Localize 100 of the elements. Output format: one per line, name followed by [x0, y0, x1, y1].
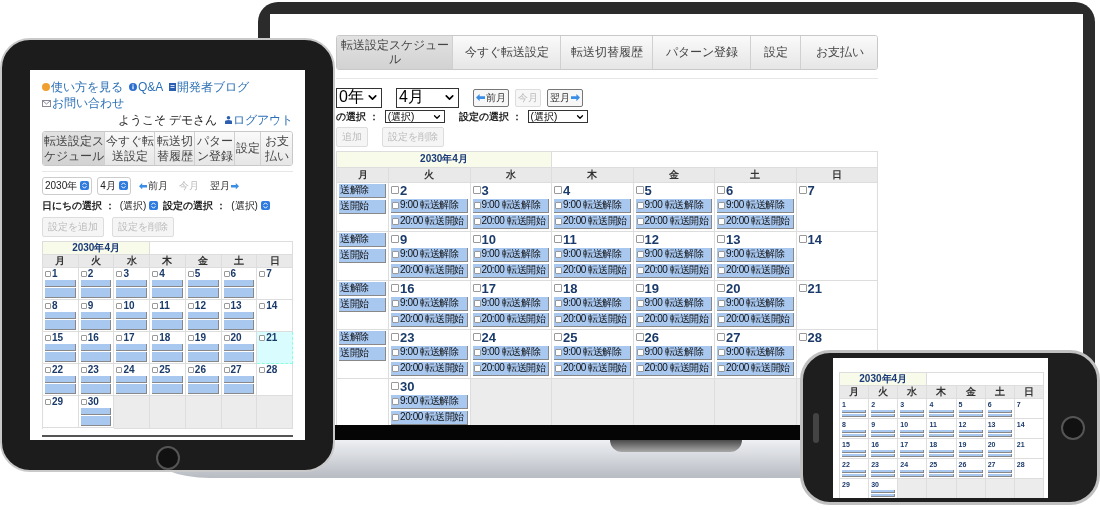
event-entry[interactable]: 9:00 転送解除 [472, 198, 549, 213]
event-checkbox[interactable] [636, 299, 644, 307]
event-entry[interactable]: 9:00 転送解除 [554, 247, 631, 262]
event-checkbox[interactable] [392, 397, 399, 405]
event-checkbox[interactable] [636, 348, 644, 356]
event-checkbox[interactable] [718, 217, 725, 225]
month-select[interactable]: 4月 [395, 87, 459, 108]
event-entry[interactable]: 送解除 [339, 232, 386, 247]
day-checkbox[interactable] [80, 398, 87, 405]
event-entry[interactable]: 20:00 転送開始 [472, 361, 549, 376]
day-checkbox[interactable] [80, 366, 87, 373]
day-checkbox[interactable] [152, 334, 159, 341]
event-entry[interactable]: 9:00 転送解除 [391, 198, 468, 213]
year-select[interactable]: 0年 [336, 87, 382, 108]
event-entry[interactable]: 20:00 転送開始 [391, 214, 468, 229]
day-checkbox[interactable] [391, 382, 399, 391]
event-checkbox[interactable] [473, 201, 481, 209]
day-checkbox[interactable] [223, 302, 230, 309]
day-checkbox[interactable] [472, 333, 481, 342]
day-checkbox[interactable] [223, 366, 230, 373]
header-link[interactable]: 使い方を見る [42, 80, 123, 95]
event-checkbox[interactable] [718, 250, 725, 258]
event-entry[interactable]: 9:00 転送解除 [391, 247, 468, 262]
nav-tab[interactable]: 転送設定スケジュール [337, 36, 453, 69]
day-checkbox[interactable] [187, 302, 194, 309]
day-checkbox[interactable] [116, 366, 123, 373]
event-checkbox[interactable] [473, 364, 481, 372]
day-checkbox[interactable] [635, 284, 644, 293]
month-nav-button[interactable]: 翌月 [546, 88, 583, 107]
event-entry[interactable]: 20:00 転送開始 [635, 312, 712, 327]
day-checkbox[interactable] [472, 284, 481, 293]
day-checkbox[interactable] [717, 333, 725, 342]
day-checkbox[interactable] [798, 284, 807, 293]
day-checkbox[interactable] [45, 334, 51, 341]
event-entry[interactable]: 9:00 転送解除 [717, 296, 794, 311]
event-entry[interactable]: 9:00 転送解除 [554, 345, 631, 360]
event-checkbox[interactable] [392, 364, 399, 372]
event-checkbox[interactable] [636, 250, 644, 258]
nav-tab[interactable]: 今すぐ転送設定 [453, 36, 561, 69]
event-checkbox[interactable] [555, 348, 562, 356]
event-entry[interactable]: 送開始 [339, 199, 386, 214]
nav-tab[interactable]: 設定 [235, 132, 261, 165]
day-checkbox[interactable] [152, 366, 159, 373]
day-checkbox[interactable] [554, 235, 562, 244]
nav-tab[interactable]: 今すぐ転送設定 [105, 132, 155, 165]
event-entry[interactable]: 20:00 転送開始 [391, 410, 468, 425]
logout-link[interactable]: ログアウト [225, 112, 293, 128]
month-nav-button[interactable]: 翌月 [206, 176, 242, 195]
event-checkbox[interactable] [636, 364, 644, 372]
event-checkbox[interactable] [392, 315, 399, 323]
nav-tab[interactable]: 転送切替履歴 [155, 132, 195, 165]
event-entry[interactable]: 9:00 転送解除 [391, 296, 468, 311]
day-checkbox[interactable] [635, 333, 644, 342]
filter-select[interactable]: (選択) [117, 197, 161, 214]
month-nav-button[interactable]: 前月 [472, 88, 509, 107]
event-entry[interactable]: 送開始 [339, 248, 386, 263]
event-entry[interactable]: 9:00 転送解除 [635, 198, 712, 213]
event-entry[interactable]: 9:00 転送解除 [472, 345, 549, 360]
event-checkbox[interactable] [636, 266, 644, 274]
event-entry[interactable]: 20:00 転送開始 [472, 312, 549, 327]
day-checkbox[interactable] [80, 334, 87, 341]
event-checkbox[interactable] [392, 413, 399, 421]
event-checkbox[interactable] [473, 299, 481, 307]
event-checkbox[interactable] [555, 201, 562, 209]
nav-tab[interactable]: お支払い [261, 132, 292, 165]
event-checkbox[interactable] [392, 201, 399, 209]
event-entry[interactable]: 9:00 転送解除 [472, 247, 549, 262]
event-checkbox[interactable] [555, 266, 562, 274]
day-checkbox[interactable] [80, 302, 87, 309]
event-entry[interactable]: 20:00 転送開始 [391, 312, 468, 327]
event-entry[interactable]: 9:00 転送解除 [472, 296, 549, 311]
day-checkbox[interactable] [45, 398, 51, 405]
event-entry[interactable]: 9:00 転送解除 [717, 198, 794, 213]
event-entry[interactable]: 20:00 転送開始 [391, 263, 468, 278]
day-checkbox[interactable] [635, 235, 644, 244]
event-entry[interactable]: 20:00 転送開始 [717, 361, 794, 376]
event-entry[interactable]: 20:00 転送開始 [717, 312, 794, 327]
day-checkbox[interactable] [717, 186, 725, 195]
event-checkbox[interactable] [473, 250, 481, 258]
day-checkbox[interactable] [259, 302, 266, 309]
event-entry[interactable]: 9:00 転送解除 [635, 345, 712, 360]
event-entry[interactable]: 送開始 [339, 346, 386, 361]
event-checkbox[interactable] [392, 266, 399, 274]
filter-select[interactable]: (選択) [527, 110, 588, 124]
day-checkbox[interactable] [554, 333, 562, 342]
day-checkbox[interactable] [152, 302, 159, 309]
event-checkbox[interactable] [718, 315, 725, 323]
day-checkbox[interactable] [45, 366, 51, 373]
event-entry[interactable]: 20:00 転送開始 [472, 214, 549, 229]
home-button[interactable] [1060, 415, 1085, 440]
day-checkbox[interactable] [798, 235, 807, 244]
month-select[interactable]: 4月 [97, 176, 131, 195]
event-checkbox[interactable] [392, 299, 399, 307]
event-entry[interactable]: 20:00 転送開始 [391, 361, 468, 376]
day-checkbox[interactable] [187, 270, 194, 277]
event-entry[interactable]: 20:00 転送開始 [472, 263, 549, 278]
event-checkbox[interactable] [392, 250, 399, 258]
event-entry[interactable]: 20:00 転送開始 [635, 263, 712, 278]
event-checkbox[interactable] [392, 217, 399, 225]
day-checkbox[interactable] [717, 235, 725, 244]
